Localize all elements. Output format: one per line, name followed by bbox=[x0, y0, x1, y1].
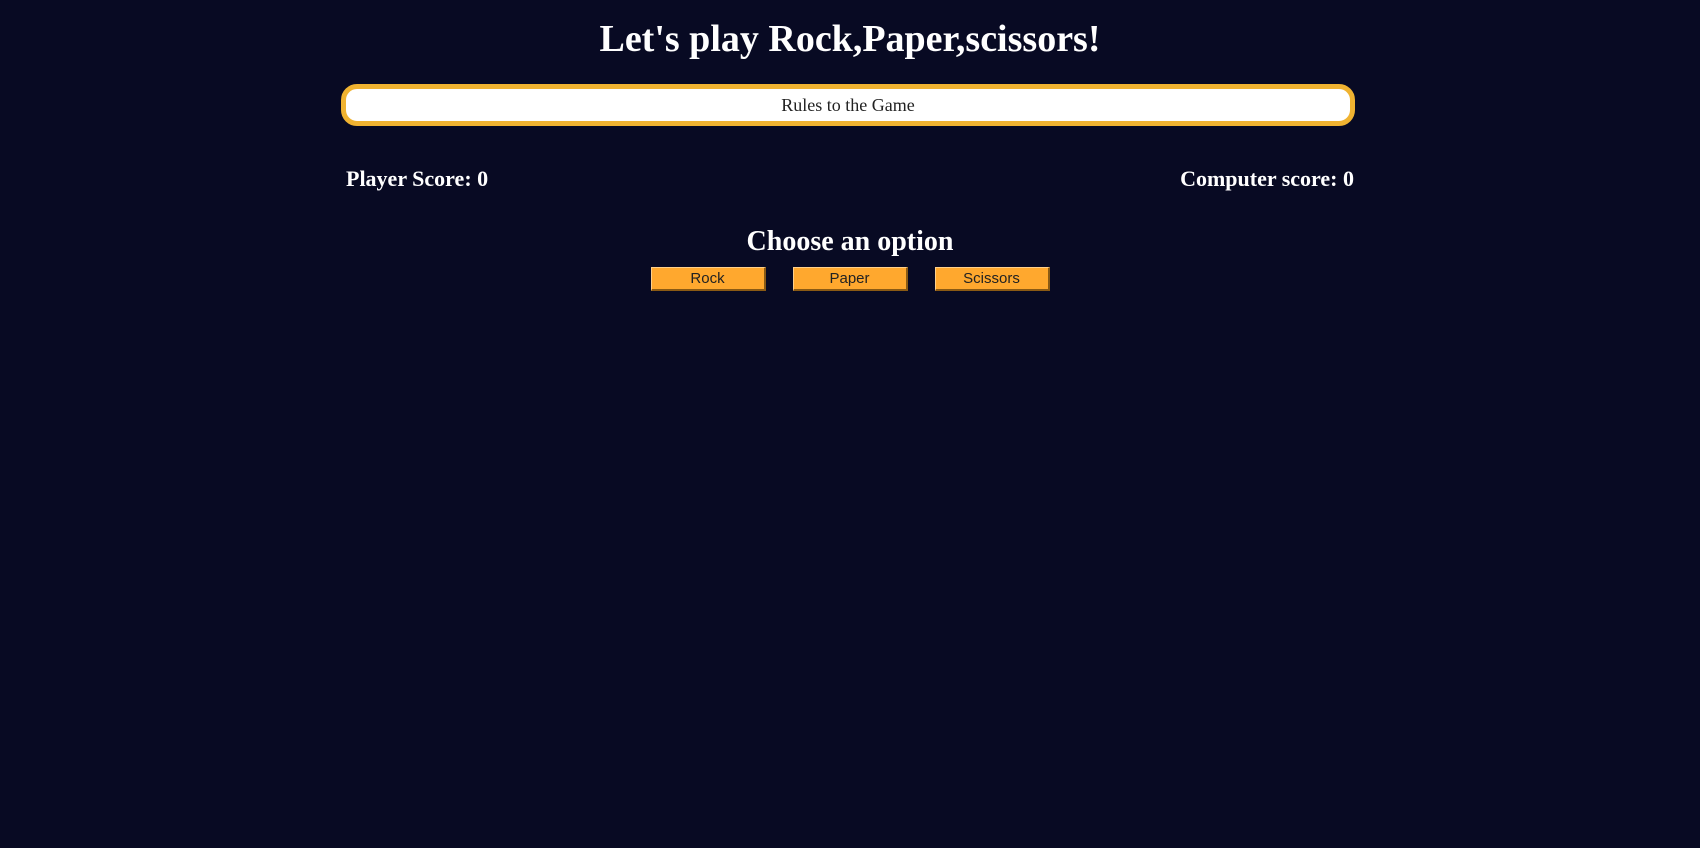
page-title: Let's play Rock,Paper,scissors! bbox=[599, 18, 1101, 60]
scissors-button[interactable]: Scissors bbox=[934, 267, 1050, 291]
choose-option-heading: Choose an option bbox=[746, 226, 954, 257]
option-buttons: Rock Paper Scissors bbox=[0, 267, 1700, 291]
rock-button[interactable]: Rock bbox=[650, 267, 766, 291]
rules-button[interactable]: Rules to the Game bbox=[341, 84, 1355, 126]
computer-score: Computer score: 0 bbox=[1180, 166, 1354, 191]
paper-button[interactable]: Paper bbox=[792, 267, 908, 291]
player-score: Player Score: 0 bbox=[346, 166, 489, 191]
